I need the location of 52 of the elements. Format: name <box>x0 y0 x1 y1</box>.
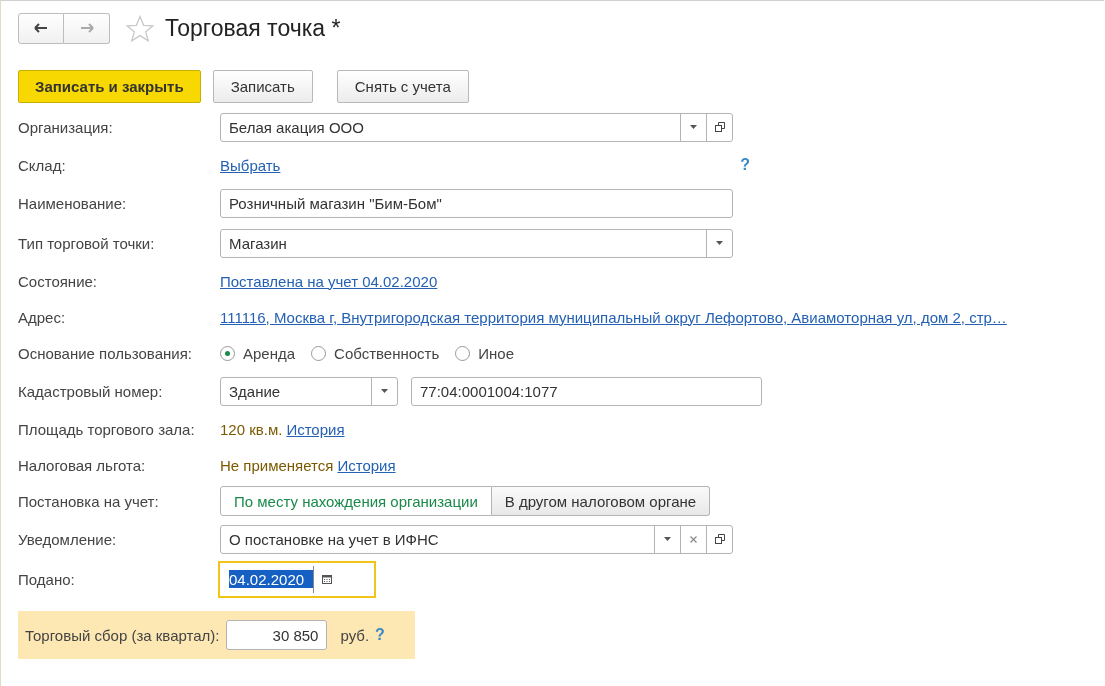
save-and-close-button[interactable]: Записать и закрыть <box>18 70 201 103</box>
right-arrow-icon <box>79 23 94 33</box>
field-label: Склад: <box>18 156 67 174</box>
field-label: Уведомление: <box>18 530 118 548</box>
select-field[interactable]: Здание <box>220 376 398 406</box>
field-label: Основание пользования: <box>18 344 193 362</box>
dropdown-caret-icon <box>664 537 671 541</box>
amount-field[interactable]: 30 850 <box>226 620 328 650</box>
toggle-option[interactable]: В другом налоговом органе <box>491 486 711 516</box>
select-field[interactable]: Белая акация ООО <box>220 112 733 142</box>
radio-option[interactable]: Иное <box>455 344 515 362</box>
link[interactable]: Выбрать <box>220 156 281 174</box>
field-label: Адрес: <box>18 308 67 326</box>
select-field[interactable]: Магазин <box>220 228 733 258</box>
clear-icon <box>690 535 697 543</box>
open-icon <box>714 534 725 544</box>
unit-label: руб. <box>340 626 370 644</box>
field-label: Торговый сбор (за квартал): <box>25 626 220 644</box>
command-button[interactable]: Записать <box>212 70 313 103</box>
select-field[interactable]: О постановке на учет в ИФНС <box>220 524 733 554</box>
history-link[interactable]: История <box>286 420 345 438</box>
date-field[interactable]: 04.02.2020 <box>218 560 376 598</box>
field-label: Подано: <box>18 570 76 588</box>
field-label: Постановка на учет: <box>18 492 160 510</box>
history-link[interactable]: История <box>337 456 396 474</box>
command-button[interactable]: Снять с учета <box>336 70 469 103</box>
field-label: Налоговая льгота: <box>18 456 147 474</box>
radio-option[interactable]: Собственность <box>311 344 440 362</box>
toggle-option[interactable]: По месту нахождения организации <box>220 486 492 516</box>
back-button[interactable] <box>18 12 64 44</box>
left-arrow-icon <box>34 23 48 33</box>
dropdown-caret-icon <box>690 125 697 129</box>
info-text: Не применяется <box>220 456 334 474</box>
link[interactable]: 111116, Москва г, Внутригородская территория муниципальный округ Лефортово, Авиамоторная ул, дом 2, стр… <box>220 308 1007 326</box>
field-label: Состояние: <box>18 272 98 290</box>
field-label: Тип торговой точки: <box>18 234 156 252</box>
calendar-icon <box>321 574 332 584</box>
link[interactable]: Поставлена на учет 04.02.2020 <box>220 272 438 290</box>
input-field[interactable]: 77:04:0001004:1077 <box>411 376 762 406</box>
field-label: Наименование: <box>18 194 128 212</box>
star-icon[interactable] <box>126 14 154 42</box>
window-title: Торговая точка * <box>165 14 341 42</box>
field-label: Площадь торгового зала: <box>18 420 196 438</box>
dropdown-caret-icon <box>716 241 723 245</box>
help-icon[interactable]: ? <box>740 156 750 174</box>
radio-option[interactable]: Аренда <box>220 344 296 362</box>
field-label: Организация: <box>18 118 114 136</box>
dropdown-caret-icon <box>381 389 388 393</box>
open-icon <box>714 122 725 132</box>
input-field[interactable]: Розничный магазин "Бим-Бом" <box>220 188 733 218</box>
field-label: Кадастровый номер: <box>18 382 164 400</box>
info-text: 120 кв.м. <box>220 420 283 438</box>
